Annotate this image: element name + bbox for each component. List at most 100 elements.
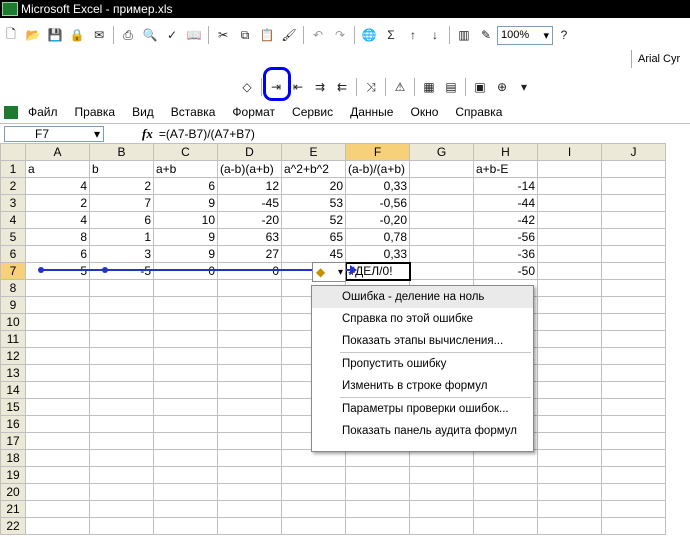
cell-C19[interactable] [153, 466, 218, 484]
column-header[interactable]: A [25, 143, 90, 161]
cell-A9[interactable] [25, 296, 90, 314]
menu-insert[interactable]: Вставка [171, 105, 216, 119]
column-header[interactable]: J [601, 143, 666, 161]
paste-icon[interactable]: 📋 [258, 26, 276, 44]
cell-C1[interactable]: a+b [153, 160, 218, 178]
spelling-icon[interactable]: ✓ [163, 26, 181, 44]
cell-J15[interactable] [601, 398, 666, 416]
cell-G19[interactable] [409, 466, 474, 484]
row-header[interactable]: 11 [0, 330, 26, 348]
cell-A12[interactable] [25, 347, 90, 365]
cell-D17[interactable] [217, 432, 282, 450]
cell-J14[interactable] [601, 381, 666, 399]
new-comment-icon[interactable]: ▦ [420, 78, 438, 96]
cell-I12[interactable] [537, 347, 602, 365]
cell-J4[interactable] [601, 211, 666, 229]
cell-E2[interactable]: 20 [281, 177, 346, 195]
cell-D22[interactable] [217, 517, 282, 535]
cell-D9[interactable] [217, 296, 282, 314]
print-icon[interactable]: ⎙ [119, 26, 137, 44]
cell-C10[interactable] [153, 313, 218, 331]
cell-G21[interactable] [409, 500, 474, 518]
cell-D18[interactable] [217, 449, 282, 467]
cell-F20[interactable] [345, 483, 410, 501]
cell-C2[interactable]: 6 [153, 177, 218, 195]
undo-icon[interactable]: ↶ [309, 26, 327, 44]
cell-E20[interactable] [281, 483, 346, 501]
cell-B12[interactable] [89, 347, 154, 365]
cell-C8[interactable] [153, 279, 218, 297]
cell-A19[interactable] [25, 466, 90, 484]
cell-C20[interactable] [153, 483, 218, 501]
watch-window-icon[interactable]: ▣ [471, 78, 489, 96]
cut-icon[interactable]: ✂ [214, 26, 232, 44]
menu-view[interactable]: Вид [132, 105, 154, 119]
cell-D16[interactable] [217, 415, 282, 433]
row-header[interactable]: 8 [0, 279, 26, 297]
trace-dependents-icon[interactable]: ⇉ [311, 78, 329, 96]
cell-I15[interactable] [537, 398, 602, 416]
row-header[interactable]: 6 [0, 245, 26, 263]
cell-E21[interactable] [281, 500, 346, 518]
cell-B4[interactable]: 6 [89, 211, 154, 229]
cell-A1[interactable]: a [25, 160, 90, 178]
cell-B3[interactable]: 7 [89, 194, 154, 212]
cell-B2[interactable]: 2 [89, 177, 154, 195]
chevron-down-icon[interactable]: ▾ [515, 78, 533, 96]
cell-B20[interactable] [89, 483, 154, 501]
cell-F18[interactable] [345, 449, 410, 467]
cell-A8[interactable] [25, 279, 90, 297]
cell-B19[interactable] [89, 466, 154, 484]
cell-A7[interactable]: 5 [25, 262, 90, 280]
row-header[interactable]: 4 [0, 211, 26, 229]
cell-H19[interactable] [473, 466, 538, 484]
cell-B8[interactable] [89, 279, 154, 297]
copy-icon[interactable]: ⧉ [236, 26, 254, 44]
cell-J5[interactable] [601, 228, 666, 246]
row-header[interactable]: 18 [0, 449, 26, 467]
cell-J1[interactable] [601, 160, 666, 178]
cell-H20[interactable] [473, 483, 538, 501]
cell-I2[interactable] [537, 177, 602, 195]
cell-D13[interactable] [217, 364, 282, 382]
cell-B6[interactable]: 3 [89, 245, 154, 263]
menu-item-help-on-error[interactable]: Справка по этой ошибке [312, 308, 533, 330]
cell-F6[interactable]: 0,33 [345, 245, 410, 263]
menu-data[interactable]: Данные [350, 105, 393, 119]
cell-G18[interactable] [409, 449, 474, 467]
cell-G20[interactable] [409, 483, 474, 501]
cell-J2[interactable] [601, 177, 666, 195]
cell-H3[interactable]: -44 [473, 194, 538, 212]
cell-F1[interactable]: (a-b)/(a+b) [345, 160, 410, 178]
cell-C18[interactable] [153, 449, 218, 467]
cell-D15[interactable] [217, 398, 282, 416]
row-header[interactable]: 21 [0, 500, 26, 518]
menu-tools[interactable]: Сервис [292, 105, 333, 119]
cell-B7[interactable]: -5 [89, 262, 154, 280]
cell-D8[interactable] [217, 279, 282, 297]
cell-A15[interactable] [25, 398, 90, 416]
sort-descending-icon[interactable]: ↓ [426, 26, 444, 44]
cell-G5[interactable] [409, 228, 474, 246]
cell-B22[interactable] [89, 517, 154, 535]
cell-A6[interactable]: 6 [25, 245, 90, 263]
cell-F3[interactable]: -0,56 [345, 194, 410, 212]
column-header[interactable]: F [345, 143, 410, 161]
cell-A5[interactable]: 8 [25, 228, 90, 246]
cell-J22[interactable] [601, 517, 666, 535]
cell-I19[interactable] [537, 466, 602, 484]
cell-C16[interactable] [153, 415, 218, 433]
zoom-select[interactable]: 100% ▾ [497, 25, 553, 45]
cell-D19[interactable] [217, 466, 282, 484]
cell-G1[interactable] [409, 160, 474, 178]
cell-I22[interactable] [537, 517, 602, 535]
row-header[interactable]: 12 [0, 347, 26, 365]
cell-A11[interactable] [25, 330, 90, 348]
cell-D14[interactable] [217, 381, 282, 399]
cell-I13[interactable] [537, 364, 602, 382]
cell-D21[interactable] [217, 500, 282, 518]
row-header[interactable]: 3 [0, 194, 26, 212]
cell-C4[interactable]: 10 [153, 211, 218, 229]
cell-I4[interactable] [537, 211, 602, 229]
cell-H4[interactable]: -42 [473, 211, 538, 229]
